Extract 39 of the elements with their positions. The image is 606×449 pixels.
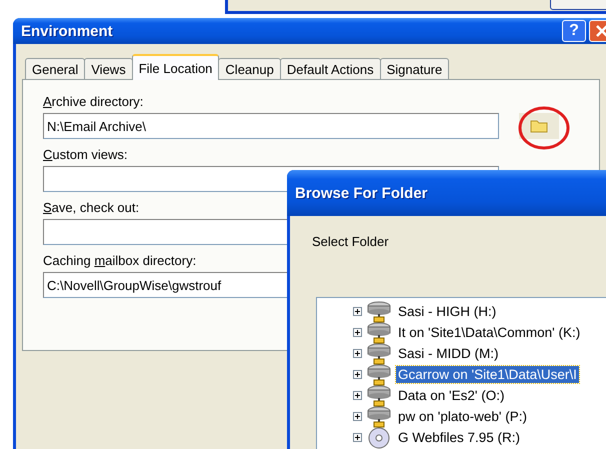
path-field[interactable]: N:\Email Archive\ — [43, 113, 499, 139]
field-label: Caching mailbox directory: — [43, 253, 198, 268]
tree-item[interactable]: Data on 'Es2' (O:) — [396, 387, 506, 404]
tree-item[interactable]: pw on 'plato-web' (P:) — [396, 408, 529, 425]
tab[interactable]: Default Actions — [280, 58, 381, 80]
highlight-circle — [517, 104, 571, 152]
field-label: Custom views: — [43, 147, 129, 162]
network-drive-icon — [366, 364, 392, 386]
tab[interactable]: Signature — [380, 58, 450, 80]
expand-icon[interactable] — [353, 307, 362, 316]
tab[interactable]: General — [25, 58, 86, 80]
network-drive-icon — [366, 300, 392, 322]
network-drive-icon — [366, 322, 392, 344]
network-drive-icon — [366, 406, 392, 428]
network-drive-icon — [366, 342, 392, 364]
dialog-title: Browse For Folder — [295, 184, 429, 202]
expand-icon[interactable] — [353, 391, 362, 400]
tree-item[interactable]: Gcarrow on 'Site1\Data\User\I — [396, 366, 579, 383]
tab[interactable]: Views — [84, 58, 133, 80]
close-icon — [595, 24, 606, 38]
network-drive-icon — [366, 384, 392, 406]
expand-icon[interactable] — [353, 328, 362, 337]
expand-icon[interactable] — [353, 433, 362, 442]
tab[interactable]: Cleanup — [218, 58, 281, 80]
tree-item[interactable]: It on 'Site1\Data\Common' (K:) — [396, 324, 582, 341]
browse-button[interactable] — [519, 113, 559, 139]
prompt-text: Select Folder — [312, 234, 390, 249]
help-button[interactable]: ? — [562, 20, 586, 42]
tree-item[interactable]: Sasi - MIDD (M:) — [396, 345, 500, 362]
field-label: Archive directory: — [43, 94, 144, 109]
tree-item[interactable]: Sasi - HIGH (H:) — [396, 303, 498, 320]
folder-icon — [530, 119, 548, 133]
window-title: Environment — [21, 22, 114, 40]
field-label: Save, check out: — [43, 200, 140, 215]
tab[interactable]: File Location — [132, 54, 220, 80]
expand-icon[interactable] — [353, 349, 362, 358]
tree-item[interactable]: G Webfiles 7.95 (R:) — [396, 429, 522, 446]
expand-icon[interactable] — [353, 412, 362, 421]
expand-icon[interactable] — [353, 370, 362, 379]
